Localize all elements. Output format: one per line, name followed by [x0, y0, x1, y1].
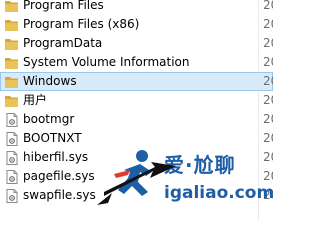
file-explorer-window: Program Files20Program Files (x86)20Prog…	[0, 0, 273, 221]
pointer-arrow-icon	[97, 162, 176, 205]
